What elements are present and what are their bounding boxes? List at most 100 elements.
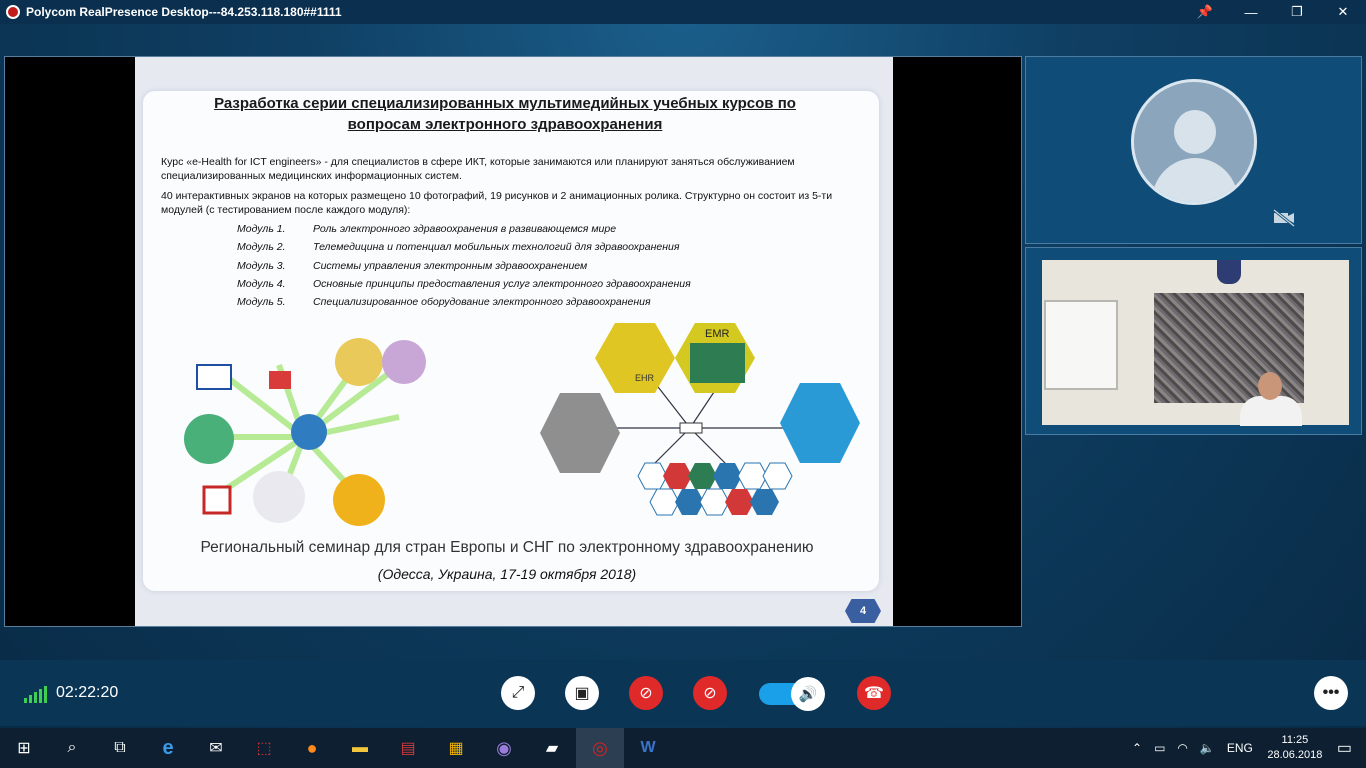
phone-hangup-icon: ☎ bbox=[864, 685, 884, 702]
module-item: Модуль 1. Роль электронного здравоохранен… bbox=[237, 223, 617, 235]
slide-title-line1: Разработка серии специализированных муль… bbox=[214, 95, 796, 112]
taskbar-app-acrobat[interactable]: ⬚ bbox=[240, 728, 288, 768]
network-node bbox=[253, 471, 305, 523]
search-icon: ⌕ bbox=[67, 739, 77, 756]
monitor-icon bbox=[196, 364, 232, 390]
close-button[interactable]: ✕ bbox=[1320, 0, 1366, 24]
taskbar-app-sticky-notes[interactable]: ▰ bbox=[528, 728, 576, 768]
taskbar-app-explorer[interactable]: ▬ bbox=[336, 728, 384, 768]
slide-footer-location: (Одесса, Украина, 17-19 октября 2018) bbox=[377, 566, 637, 582]
start-button[interactable]: ⊞ bbox=[0, 728, 48, 768]
sticky-notes-icon: ▰ bbox=[545, 740, 559, 757]
module-item: Модуль 2. Телемедицина и потенциал мобиль… bbox=[237, 241, 680, 254]
taskbar-app-polycom[interactable]: ◎ bbox=[576, 728, 624, 768]
ehealth-network-illustration bbox=[184, 338, 426, 526]
mic-muted-icon: ⊘ bbox=[703, 685, 717, 702]
remote-video-feed bbox=[1042, 260, 1349, 426]
video-mute-button[interactable]: ⊘ bbox=[629, 676, 663, 710]
polycom-icon: ◎ bbox=[592, 737, 608, 758]
notifications-icon[interactable]: ▭ bbox=[1337, 738, 1352, 758]
clock-time: 11:25 bbox=[1281, 734, 1309, 746]
more-options-button[interactable]: ••• bbox=[1314, 676, 1348, 710]
whiteboard bbox=[1044, 300, 1118, 390]
service-hexagons bbox=[637, 462, 793, 516]
emr-screen bbox=[690, 343, 745, 383]
taskbar-app-edge[interactable]: e bbox=[144, 728, 192, 768]
slide-title: Разработка серии специализированных муль… bbox=[155, 93, 855, 135]
finance-hexagon bbox=[780, 383, 860, 463]
slide-footer-event: Региональный семинар для стран Европы и … bbox=[200, 539, 814, 556]
module-item: Модуль 5. Специализированное оборудование… bbox=[237, 296, 651, 309]
team-hexagon bbox=[540, 393, 620, 473]
slide-paragraph-2: 40 интерактивных экранов на которых разм… bbox=[161, 190, 833, 216]
presentation-slide: Разработка серии специализированных муль… bbox=[135, 57, 893, 626]
slide-title-line2: вопросам электронного здравоохранения bbox=[347, 116, 663, 133]
mail-icon: ✉ bbox=[209, 740, 223, 757]
heart-monitor-icon bbox=[269, 371, 291, 389]
mic-mute-button[interactable]: ⊘ bbox=[693, 676, 727, 710]
remote-participant bbox=[1240, 372, 1302, 426]
fullscreen-button[interactable]: ⤢ bbox=[501, 676, 535, 710]
laptop-hub-icon bbox=[679, 422, 703, 434]
network-node bbox=[333, 474, 385, 526]
books-icon: ▤ bbox=[400, 740, 416, 757]
content-share-panel[interactable]: Разработка серии специализированных муль… bbox=[4, 56, 1022, 627]
windows-taskbar: ⊞ ⌕ ⧉ e ✉ ⬚ ● ▬ ▤ ▦ ◉ ▰ ◎ W ⌃ ▭ ◠ 🔈 ENG … bbox=[0, 728, 1366, 768]
store-icon: ▦ bbox=[448, 740, 464, 757]
tray-overflow-icon[interactable]: ⌃ bbox=[1132, 741, 1142, 755]
camera-off-icon bbox=[1272, 208, 1296, 228]
polycom-app-icon bbox=[6, 5, 20, 19]
pdf-icon: ⬚ bbox=[256, 740, 272, 757]
slide-paragraph-1: Курс «e-Health for ICT engineers» - для … bbox=[161, 156, 795, 182]
ehr-label: EHR bbox=[635, 373, 655, 383]
module-item: Модуль 3. Системы управления электронным … bbox=[237, 259, 588, 272]
network-node bbox=[184, 414, 234, 464]
hang-up-button[interactable]: ☎ bbox=[857, 676, 891, 710]
window-title-bar: Polycom RealPresence Desktop---84.253.11… bbox=[0, 0, 1366, 24]
taskbar-app-word[interactable]: W bbox=[624, 728, 672, 768]
speaker-icon[interactable]: 🔊 bbox=[791, 677, 825, 711]
self-view-panel[interactable] bbox=[1025, 56, 1362, 244]
network-hub bbox=[291, 414, 327, 450]
module-list: Модуль 1. Роль электронного здравоохранен… bbox=[237, 223, 691, 314]
taskbar-app-mail[interactable]: ✉ bbox=[192, 728, 240, 768]
search-button[interactable]: ⌕ bbox=[48, 728, 96, 768]
window-controls: 📌 — ❐ ✕ bbox=[1182, 0, 1366, 24]
call-timer: 02:22:20 bbox=[56, 684, 119, 701]
expand-arrows-icon: ⤢ bbox=[511, 684, 525, 701]
task-view-button[interactable]: ⧉ bbox=[96, 728, 144, 768]
module-item: Модуль 4. Основные принципы предоставлени… bbox=[237, 277, 691, 290]
network-node bbox=[382, 340, 426, 384]
minimize-button[interactable]: — bbox=[1228, 0, 1274, 24]
language-indicator[interactable]: ENG bbox=[1227, 741, 1253, 755]
viber-icon: ◉ bbox=[496, 737, 512, 758]
wifi-icon[interactable]: ◠ bbox=[1177, 741, 1187, 755]
firefox-icon: ● bbox=[306, 737, 318, 758]
contact-card-icon: ▣ bbox=[574, 685, 590, 702]
clock-date: 28.06.2018 bbox=[1267, 749, 1323, 761]
taskbar-app-firefox[interactable]: ● bbox=[288, 728, 336, 768]
network-node bbox=[335, 338, 383, 386]
coat-of-arms bbox=[1217, 260, 1241, 284]
user-avatar-icon bbox=[1131, 79, 1257, 205]
volume-slider[interactable]: 🔊 bbox=[759, 677, 825, 711]
taskbar-app-viber[interactable]: ◉ bbox=[480, 728, 528, 768]
system-tray: ⌃ ▭ ◠ 🔈 ENG 11:25 28.06.2018 ▭ bbox=[1126, 728, 1366, 768]
restore-button[interactable]: ❐ bbox=[1274, 0, 1320, 24]
task-view-icon: ⧉ bbox=[114, 739, 126, 756]
word-icon: W bbox=[640, 739, 656, 756]
ehr-emr-illustration: EHR EMR bbox=[540, 323, 860, 516]
volume-icon[interactable]: 🔈 bbox=[1200, 741, 1215, 755]
taskbar-clock[interactable]: 11:25 28.06.2018 bbox=[1259, 733, 1331, 763]
taskbar-app-books[interactable]: ▤ bbox=[384, 728, 432, 768]
call-control-bar: 02:22:20 ⤢ ▣ ⊘ ⊘ 🔊 ☎ ••• bbox=[0, 660, 1366, 726]
battery-icon[interactable]: ▭ bbox=[1154, 741, 1165, 755]
pin-button[interactable]: 📌 bbox=[1182, 0, 1228, 24]
emr-label: EMR bbox=[705, 328, 730, 340]
windows-logo-icon: ⊞ bbox=[17, 740, 31, 757]
signal-bars-icon[interactable] bbox=[24, 686, 47, 703]
medical-cross-icon bbox=[202, 485, 232, 515]
remote-video-panel[interactable] bbox=[1025, 247, 1362, 435]
taskbar-app-store[interactable]: ▦ bbox=[432, 728, 480, 768]
contact-card-button[interactable]: ▣ bbox=[565, 676, 599, 710]
